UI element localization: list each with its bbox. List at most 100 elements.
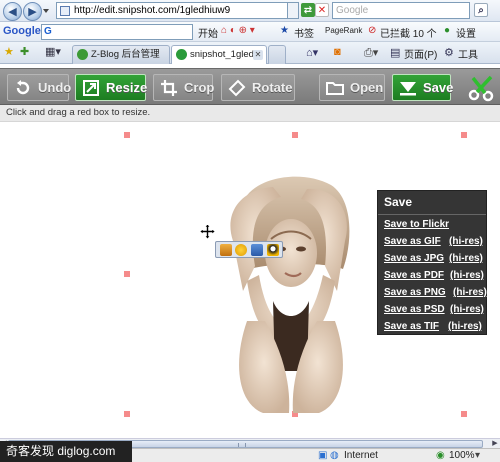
- history-dropdown-icon[interactable]: [43, 9, 49, 13]
- undo-button[interactable]: Undo: [7, 74, 71, 101]
- resize-handle-top-left[interactable]: [124, 132, 130, 138]
- url-text: http://edit.snipshot.com/1gledhiuw9: [74, 5, 231, 16]
- tab-strip: ★ ✚ ▦▾ Z-Blog 后台管理 snipshot_1gledhiuw9 ✕…: [0, 42, 500, 64]
- favorites-star-icon[interactable]: ★: [4, 45, 14, 58]
- save-as-png-link[interactable]: Save as PNG: [384, 287, 446, 298]
- move-cursor-icon: [200, 224, 215, 239]
- snipshot-scissors-logo[interactable]: [468, 75, 495, 102]
- add-favorite-icon[interactable]: ✚: [20, 45, 29, 58]
- tab-zblog[interactable]: Z-Blog 后台管理: [72, 45, 170, 64]
- zoom-level[interactable]: 100%: [449, 450, 475, 461]
- page-favicon-icon: [60, 6, 70, 16]
- folder-icon: [326, 82, 344, 95]
- resize-handle-bottom-right[interactable]: [461, 411, 467, 417]
- smiley-icon[interactable]: [235, 244, 247, 256]
- crop-button[interactable]: Crop: [153, 74, 215, 101]
- forward-icon[interactable]: ▶: [23, 2, 42, 21]
- tab-snipshot[interactable]: snipshot_1gledhiuw9 ✕: [171, 45, 267, 64]
- gif-hires-link[interactable]: (hi-res): [449, 236, 483, 247]
- search-input[interactable]: Google: [332, 2, 470, 19]
- address-bar: ◀ ▶ http://edit.snipshot.com/1gledhiuw9 …: [0, 0, 500, 22]
- settings-button[interactable]: 设置: [456, 25, 476, 40]
- open-button[interactable]: Open: [319, 74, 385, 101]
- png-hires-link[interactable]: (hi-res): [453, 287, 487, 298]
- undo-icon: [16, 80, 30, 95]
- hint-bar: Click and drag a red box to resize.: [0, 105, 500, 122]
- resize-button[interactable]: Resize: [75, 74, 147, 101]
- save-arrow-icon: [400, 82, 416, 96]
- url-dropdown-icon[interactable]: [288, 2, 299, 19]
- save-panel-divider: [378, 214, 486, 215]
- jpg-hires-link[interactable]: (hi-res): [449, 253, 483, 264]
- disk-icon[interactable]: [251, 244, 263, 256]
- save-panel-title: Save: [384, 195, 413, 209]
- scrollbar-grip: [238, 443, 246, 447]
- resize-handle-top-right[interactable]: [461, 132, 467, 138]
- resize-handle-top[interactable]: [292, 132, 298, 138]
- save-label: Save: [423, 80, 454, 95]
- security-icon: ◉: [436, 450, 445, 461]
- save-button[interactable]: Save: [392, 74, 454, 101]
- bookmarks-button[interactable]: 书签: [294, 25, 314, 40]
- snipshot-tab-icon: [176, 49, 187, 60]
- save-as-pdf-link[interactable]: Save as PDF: [384, 270, 444, 281]
- zone-label: Internet: [344, 450, 378, 461]
- google-toolbar: Google G 开始 ⌂ ◐ ⊕ ▾ ★ 书签 PageRank ⊘ 已拦截 …: [0, 22, 500, 42]
- resize-icon: [83, 80, 99, 96]
- scroll-right-icon[interactable]: ▶: [491, 440, 499, 448]
- pagerank-indicator: PageRank: [325, 26, 363, 35]
- google-logo: Google: [3, 25, 41, 37]
- image-hover-toolbar: [215, 241, 283, 258]
- refresh-icon[interactable]: ⇄: [301, 3, 315, 17]
- psd-hires-link[interactable]: (hi-res): [450, 304, 484, 315]
- watermark-text: 奇客发现 diglog.com: [6, 444, 116, 458]
- hint-text: Click and drag a red box to resize.: [6, 107, 151, 118]
- rotate-icon: [228, 79, 246, 97]
- google-tools-icons[interactable]: ⌂ ◐ ⊕ ▾: [221, 25, 255, 36]
- save-as-tif-link[interactable]: Save as TIF: [384, 321, 439, 332]
- editor-toolbar: Undo Resize Crop Rotate Open Save: [0, 68, 500, 105]
- status-flag-icon: ▣: [318, 450, 328, 461]
- tab-label: Z-Blog 后台管理: [91, 49, 160, 60]
- crop-icon: [161, 80, 177, 96]
- stop-icon[interactable]: ✕: [315, 3, 329, 17]
- tools-icon: ⚙: [444, 47, 454, 59]
- google-start-button[interactable]: 开始: [198, 25, 218, 40]
- print-icon[interactable]: ⎙▾: [364, 46, 378, 60]
- zoom-dropdown-icon[interactable]: ▾: [475, 450, 480, 461]
- google-search-field[interactable]: G: [41, 24, 193, 40]
- page-menu[interactable]: 页面(P): [404, 46, 437, 61]
- url-input[interactable]: http://edit.snipshot.com/1gledhiuw9: [56, 2, 288, 19]
- save-as-gif-link[interactable]: Save as GIF: [384, 236, 441, 247]
- tif-hires-link[interactable]: (hi-res): [448, 321, 482, 332]
- close-tab-icon[interactable]: ✕: [253, 50, 263, 60]
- search-go-icon[interactable]: ⌕: [474, 3, 488, 17]
- save-as-jpg-link[interactable]: Save as JPG: [384, 253, 444, 264]
- star-icon[interactable]: ★: [280, 25, 289, 36]
- feeds-icon[interactable]: ◙: [334, 46, 341, 58]
- resize-handle-left[interactable]: [124, 271, 130, 277]
- settings-icon: ●: [444, 25, 451, 36]
- open-label: Open: [350, 80, 384, 95]
- tools-menu[interactable]: 工具: [458, 46, 478, 61]
- home-icon[interactable]: ⌂▾: [306, 46, 318, 59]
- new-tab-button[interactable]: [268, 45, 286, 64]
- qq-penguin-icon[interactable]: [267, 244, 279, 256]
- editor-canvas[interactable]: Save Save to Flickr Save as GIF (hi-res)…: [0, 122, 500, 438]
- watermark: 奇客发现 diglog.com: [0, 441, 132, 462]
- popup-blocked-label[interactable]: 已拦截 10 个: [380, 25, 437, 40]
- edited-photo[interactable]: [203, 171, 375, 413]
- quick-tabs-icon[interactable]: ▦▾: [45, 45, 61, 58]
- globe-icon: ◍: [330, 450, 339, 461]
- pdf-hires-link[interactable]: (hi-res): [450, 270, 484, 281]
- zblog-tab-icon: [77, 49, 88, 60]
- back-icon[interactable]: ◀: [3, 2, 22, 21]
- page-icon: ▤: [390, 47, 401, 59]
- save-as-psd-link[interactable]: Save as PSD: [384, 304, 445, 315]
- rotate-button[interactable]: Rotate: [221, 74, 295, 101]
- crop-label: Crop: [184, 80, 215, 95]
- save-to-flickr-link[interactable]: Save to Flickr: [384, 219, 449, 230]
- image-tool-icon[interactable]: [220, 244, 232, 256]
- google-g-icon: G: [44, 26, 52, 37]
- resize-handle-bottom-left[interactable]: [124, 411, 130, 417]
